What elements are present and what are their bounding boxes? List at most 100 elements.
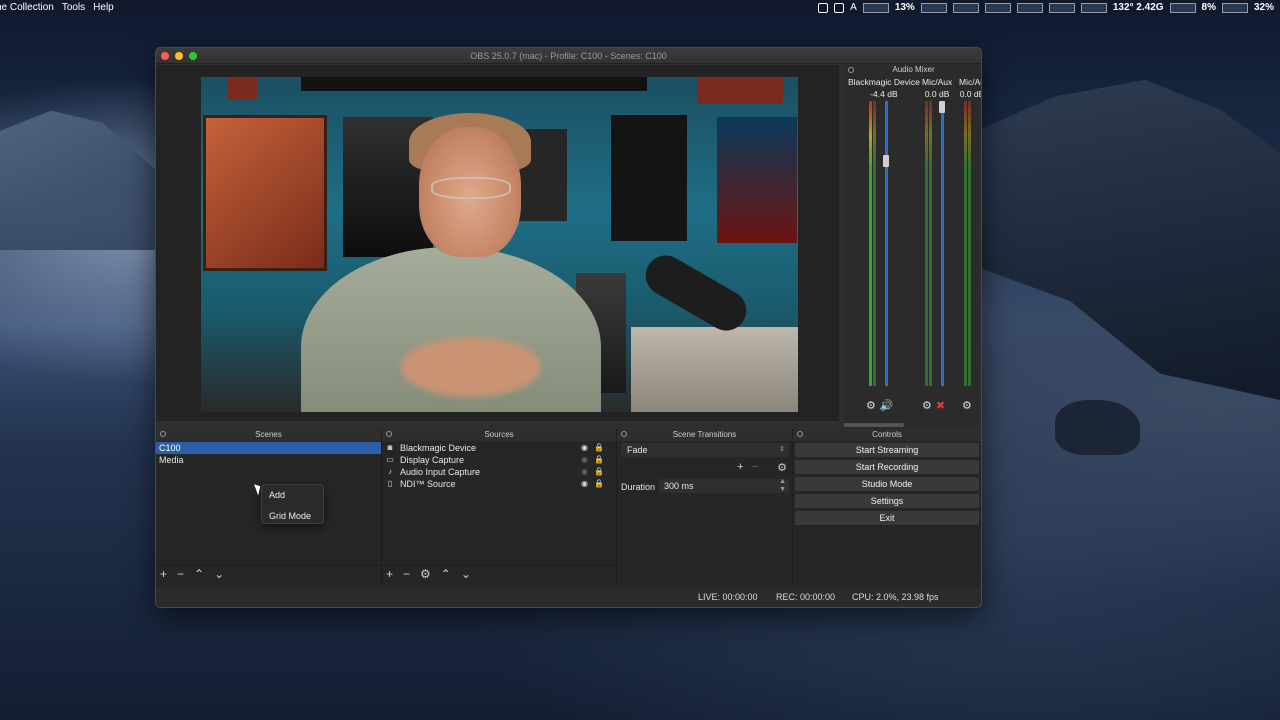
menu-help[interactable]: Help: [93, 2, 114, 13]
webcam-video-frame: [201, 77, 798, 412]
disk-graph-icon: [1221, 2, 1248, 13]
dock-float-icon[interactable]: [160, 431, 166, 437]
settings-button[interactable]: Settings: [795, 494, 979, 508]
source-properties-gear-icon[interactable]: ⚙: [420, 567, 431, 581]
visibility-eye-icon[interactable]: ◉: [581, 478, 588, 490]
program-preview[interactable]: [156, 65, 839, 421]
add-source-icon[interactable]: +: [386, 567, 393, 581]
remove-transition-icon[interactable]: −: [752, 461, 758, 473]
dock-float-icon[interactable]: [386, 431, 392, 437]
net-graph-2-icon: [952, 2, 979, 13]
shelf-strip: [301, 77, 647, 91]
scene-item-media[interactable]: Media: [156, 454, 381, 466]
scene-label: C100: [159, 443, 181, 453]
source-item-audio-input[interactable]: ♪ Audio Input Capture ◉ 🔒: [382, 466, 616, 478]
sign-left: [227, 77, 257, 99]
visibility-eye-icon[interactable]: ◉: [581, 442, 588, 454]
exit-button[interactable]: Exit: [795, 511, 979, 525]
menu-item-add[interactable]: Add: [269, 490, 285, 500]
audio-mixer-dock: Audio Mixer Blackmagic Device -4.4 dB Mi…: [844, 65, 981, 429]
source-item-ndi[interactable]: ▯ NDI™ Source ◉ 🔒: [382, 478, 616, 490]
source-label: Blackmagic Device: [400, 443, 477, 453]
window-titlebar[interactable]: OBS 25.0.7 (mac) - Profile: C100 - Scene…: [156, 48, 981, 64]
dock-float-icon[interactable]: [621, 431, 627, 437]
scene-label: Media: [159, 455, 184, 465]
start-streaming-button[interactable]: Start Streaming: [795, 443, 979, 457]
lock-icon[interactable]: 🔒: [594, 478, 604, 490]
temp-freq: 132° 2.42G: [1112, 2, 1164, 13]
transition-select[interactable]: Fade ⇕: [621, 443, 789, 457]
add-scene-icon[interactable]: +: [160, 567, 167, 581]
move-up-icon[interactable]: ⌃: [194, 567, 204, 581]
muted-speaker-icon[interactable]: ✖: [936, 399, 945, 412]
move-down-icon[interactable]: ⌄: [214, 567, 224, 581]
status-icon-b[interactable]: [834, 2, 845, 13]
channel-1-controls: ⚙ 🔊: [866, 399, 894, 412]
speaker-icon[interactable]: 🔊: [880, 399, 894, 412]
source-item-blackmagic[interactable]: ◙ Blackmagic Device ◉ 🔒: [382, 442, 616, 454]
scenes-context-menu: Add Grid Mode: [261, 484, 324, 524]
duration-label: Duration: [621, 482, 656, 492]
scenes-title: Scenes: [255, 430, 282, 439]
studio-mode-button[interactable]: Studio Mode: [795, 477, 979, 491]
dock-float-icon[interactable]: [848, 67, 854, 73]
channel-mic-aux-2: Mic/Au 0.0 dB: [959, 77, 981, 99]
desktop-island-right: [980, 79, 1280, 400]
duration-spinbox[interactable]: 300 ms ▲ ▼: [659, 478, 789, 494]
lock-icon[interactable]: 🔒: [594, 442, 604, 454]
menu-item-grid-mode[interactable]: Grid Mode: [269, 511, 311, 521]
mem-graph-icon: [1169, 2, 1196, 13]
channel-name: Mic/Aux: [922, 77, 953, 87]
lock-icon[interactable]: 🔒: [594, 466, 604, 478]
source-label: NDI™ Source: [400, 479, 456, 489]
net-graph-5-icon: [1048, 2, 1075, 13]
poster-wine-painting: [203, 115, 327, 271]
sources-dock: Sources ◙ Blackmagic Device ◉ 🔒 ▭ Displa…: [382, 429, 617, 589]
start-recording-button[interactable]: Start Recording: [795, 460, 979, 474]
scene-item-c100[interactable]: C100: [156, 442, 381, 454]
gear-icon[interactable]: ⚙: [962, 399, 972, 412]
transition-gear-icon[interactable]: ⚙: [777, 461, 787, 474]
close-button[interactable]: [161, 52, 169, 60]
mixer-scrollbar[interactable]: [844, 423, 904, 427]
visibility-eye-icon[interactable]: ◉: [581, 454, 588, 466]
move-up-icon[interactable]: ⌃: [441, 567, 451, 581]
status-letter: A: [850, 2, 857, 13]
gear-icon[interactable]: ⚙: [922, 399, 932, 412]
poster-dark: [611, 115, 687, 241]
transitions-title: Scene Transitions: [672, 430, 737, 439]
visibility-eye-icon[interactable]: ◉: [581, 466, 588, 478]
source-item-display[interactable]: ▭ Display Capture ◉ 🔒: [382, 454, 616, 466]
channel-2-controls: ⚙ ✖: [922, 399, 945, 412]
status-icon-a[interactable]: [818, 2, 829, 13]
rec-timer: REC: 00:00:00: [776, 592, 836, 602]
transition-buttons: + − ⚙: [737, 461, 787, 474]
dock-float-icon[interactable]: [797, 431, 803, 437]
fader-knob-2[interactable]: [939, 101, 945, 113]
gear-icon[interactable]: ⚙: [866, 399, 876, 412]
lock-icon[interactable]: 🔒: [594, 454, 604, 466]
menu-scene-collection[interactable]: ne Collection: [0, 2, 54, 13]
transition-value: Fade: [627, 445, 648, 455]
volume-fader-1[interactable]: [885, 101, 888, 386]
desktop-island-left: [0, 110, 170, 250]
updown-arrow-icon: ⇕: [779, 446, 785, 453]
channel-mic-aux-1: Mic/Aux 0.0 dB: [922, 77, 952, 99]
zoom-button[interactable]: [189, 52, 197, 60]
source-label: Audio Input Capture: [400, 467, 481, 477]
stepper-icon[interactable]: ▲ ▼: [779, 478, 786, 494]
volume-fader-2[interactable]: [941, 101, 944, 386]
channel-3-controls: ⚙: [962, 399, 972, 412]
minimize-button[interactable]: [175, 52, 183, 60]
fader-knob-1[interactable]: [883, 155, 889, 167]
status-bar: LIVE: 00:00:00 REC: 00:00:00 CPU: 2.0%, …: [156, 587, 981, 607]
volume-meter-3b: [968, 101, 971, 386]
move-down-icon[interactable]: ⌄: [461, 567, 471, 581]
sources-toolbar: + − ⚙ ⌃ ⌄: [382, 565, 616, 581]
volume-meter-2b: [929, 101, 932, 386]
add-transition-icon[interactable]: +: [737, 461, 743, 473]
net-graph-1-icon: [920, 2, 947, 13]
remove-source-icon[interactable]: −: [403, 567, 410, 581]
menu-tools[interactable]: Tools: [62, 2, 85, 13]
remove-scene-icon[interactable]: −: [177, 567, 184, 581]
